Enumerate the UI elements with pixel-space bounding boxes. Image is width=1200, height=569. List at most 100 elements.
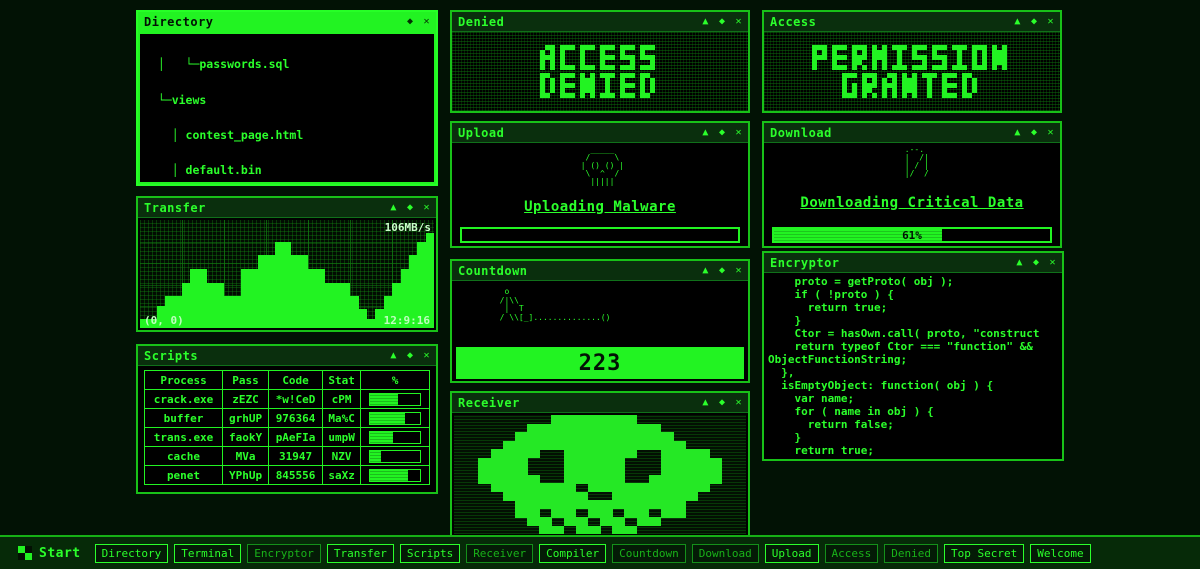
maximize-icon[interactable]: ◆ bbox=[407, 16, 414, 27]
close-icon[interactable]: ✕ bbox=[735, 16, 742, 27]
window-transfer[interactable]: Transfer ▲ ◆ ✕ 106MB/s (0, 0) 12:9:16 bbox=[136, 196, 438, 332]
window-controls: ▲ ◆ ✕ bbox=[1016, 257, 1056, 268]
start-logo-icon bbox=[18, 546, 32, 560]
titlebar-access[interactable]: Access ▲ ◆ ✕ bbox=[764, 12, 1060, 32]
titlebar-transfer[interactable]: Transfer ▲ ◆ ✕ bbox=[138, 198, 436, 218]
titlebar-countdown[interactable]: Countdown ▲ ◆ ✕ bbox=[452, 261, 748, 281]
close-icon[interactable]: ✕ bbox=[1047, 16, 1054, 27]
maximize-icon[interactable]: ◆ bbox=[1031, 16, 1038, 27]
skull-pixel bbox=[600, 483, 613, 493]
maximize-icon[interactable]: ◆ bbox=[1031, 127, 1038, 138]
window-receiver[interactable]: Receiver ▲ ◆ ✕ bbox=[450, 391, 750, 538]
download-body: .--. | /| | / | |/ / Downloading Critica… bbox=[764, 143, 1060, 246]
window-denied[interactable]: Denied ▲ ◆ ✕ bbox=[450, 10, 750, 113]
taskbar-item-denied[interactable]: Denied bbox=[884, 543, 938, 563]
scripts-body: Process Pass Code Stat% crack.exe zEZC *w!CeD… bbox=[138, 366, 436, 492]
skull-pixel bbox=[551, 525, 565, 534]
table-cell-pass: zEZC bbox=[222, 389, 270, 409]
maximize-icon[interactable]: ◆ bbox=[1033, 257, 1040, 268]
maximize-icon[interactable]: ◆ bbox=[719, 16, 726, 27]
chart-bar bbox=[316, 268, 325, 328]
taskbar-item-encryptor[interactable]: Encryptor bbox=[247, 543, 321, 563]
window-controls: ◆ ✕ bbox=[407, 16, 430, 27]
titlebar-upload[interactable]: Upload ▲ ◆ ✕ bbox=[452, 123, 748, 143]
table-cell-code: 845556 bbox=[268, 465, 324, 485]
taskbar-item-directory[interactable]: Directory bbox=[94, 543, 169, 563]
permission-granted-banner bbox=[764, 32, 1060, 111]
close-icon[interactable]: ✕ bbox=[423, 350, 430, 361]
minimize-icon[interactable]: ▲ bbox=[702, 127, 709, 138]
maximize-icon[interactable]: ◆ bbox=[407, 202, 414, 213]
chart-bar bbox=[333, 282, 342, 328]
skull-pixel bbox=[685, 491, 698, 501]
taskbar-item-top-secret[interactable]: Top Secret bbox=[944, 543, 1025, 563]
start-button[interactable]: Start bbox=[18, 546, 81, 561]
taskbar-item-countdown[interactable]: Countdown bbox=[612, 543, 686, 563]
taskbar-item-access[interactable]: Access bbox=[824, 543, 879, 563]
minimize-icon[interactable]: ▲ bbox=[390, 202, 397, 213]
window-countdown[interactable]: Countdown ▲ ◆ ✕ o /|\\ | T / \\[_]......… bbox=[450, 259, 750, 383]
table-row[interactable]: trans.exe faokY pAeFIa umpW bbox=[143, 427, 430, 447]
minimize-icon[interactable]: ▲ bbox=[702, 265, 709, 276]
maximize-icon[interactable]: ◆ bbox=[719, 265, 726, 276]
window-upload[interactable]: Upload ▲ ◆ ✕ _____ / \ | () () | \ ^ / |… bbox=[450, 121, 750, 248]
skull-icon: _____ / \ | () () | \ ^ / ||||| bbox=[580, 145, 625, 186]
table-row[interactable]: cache MVa 31947 NZV bbox=[143, 446, 430, 466]
minimize-icon[interactable]: ▲ bbox=[702, 16, 709, 27]
taskbar-item-upload[interactable]: Upload bbox=[764, 543, 819, 563]
table-row[interactable]: penet YPhUp 845556 saXz bbox=[143, 465, 430, 485]
list-item[interactable]: │ default.bin bbox=[144, 164, 430, 177]
table-cell-process: penet bbox=[143, 465, 224, 485]
transfer-chart: 106MB/s (0, 0) 12:9:16 bbox=[140, 220, 435, 328]
skull-pixel bbox=[527, 449, 540, 459]
progress-fill bbox=[370, 393, 398, 405]
skull-pixel bbox=[490, 483, 504, 493]
taskbar-item-download[interactable]: Download bbox=[691, 543, 759, 563]
list-item[interactable]: │ └─passwords.sql bbox=[144, 59, 430, 71]
maximize-icon[interactable]: ◆ bbox=[719, 397, 726, 408]
scripts-table: Process Pass Code Stat% crack.exe zEZC *w!CeD… bbox=[143, 370, 430, 485]
skull-pixel bbox=[636, 517, 650, 527]
window-scripts[interactable]: Scripts ▲ ◆ ✕ Process Pass Code Stat% crack… bbox=[136, 344, 438, 494]
titlebar-receiver[interactable]: Receiver ▲ ◆ ✕ bbox=[452, 393, 748, 413]
close-icon[interactable]: ✕ bbox=[1049, 257, 1056, 268]
skull-pixel bbox=[612, 525, 625, 534]
close-icon[interactable]: ✕ bbox=[1047, 127, 1054, 138]
maximize-icon[interactable]: ◆ bbox=[407, 350, 414, 361]
close-icon[interactable]: ✕ bbox=[423, 202, 430, 213]
minimize-icon[interactable]: ▲ bbox=[1016, 257, 1023, 268]
minimize-icon[interactable]: ▲ bbox=[702, 397, 709, 408]
chart-bar bbox=[232, 295, 241, 328]
close-icon[interactable]: ✕ bbox=[735, 397, 742, 408]
close-icon[interactable]: ✕ bbox=[423, 16, 430, 27]
table-row[interactable]: buffer grhUP 976364 Ma%C bbox=[143, 408, 430, 428]
titlebar-download[interactable]: Download ▲ ◆ ✕ bbox=[764, 123, 1060, 143]
close-icon[interactable]: ✕ bbox=[735, 265, 742, 276]
list-item[interactable]: └─views bbox=[144, 94, 430, 107]
titlebar-directory[interactable]: Directory ◆ ✕ bbox=[138, 12, 436, 32]
skull-pixel bbox=[551, 440, 565, 450]
taskbar-item-receiver[interactable]: Receiver bbox=[466, 543, 534, 563]
window-encryptor[interactable]: Encryptor ▲ ◆ ✕ proto = getProto( obj );… bbox=[762, 251, 1064, 461]
close-icon[interactable]: ✕ bbox=[735, 127, 742, 138]
titlebar-denied[interactable]: Denied ▲ ◆ ✕ bbox=[452, 12, 748, 32]
minimize-icon[interactable]: ▲ bbox=[1014, 127, 1021, 138]
taskbar-item-terminal[interactable]: Terminal bbox=[174, 543, 242, 563]
code-listing[interactable]: proto = getProto( obj ); if ( !proto ) {… bbox=[768, 275, 1060, 459]
taskbar-item-compiler[interactable]: Compiler bbox=[539, 543, 607, 563]
minimize-icon[interactable]: ▲ bbox=[390, 350, 397, 361]
taskbar-item-scripts[interactable]: Scripts bbox=[399, 543, 461, 563]
table-cell-pass: grhUP bbox=[222, 408, 270, 428]
titlebar-scripts[interactable]: Scripts ▲ ◆ ✕ bbox=[138, 346, 436, 366]
maximize-icon[interactable]: ◆ bbox=[719, 127, 726, 138]
minimize-icon[interactable]: ▲ bbox=[1014, 16, 1021, 27]
window-directory[interactable]: Directory ◆ ✕ │ └─passwords.sql └─views … bbox=[136, 10, 438, 186]
table-cell-pass: YPhUp bbox=[222, 465, 270, 485]
list-item[interactable]: │ contest_page.html bbox=[144, 129, 430, 142]
window-access[interactable]: Access ▲ ◆ ✕ bbox=[762, 10, 1062, 113]
taskbar-item-transfer[interactable]: Transfer bbox=[326, 543, 394, 563]
titlebar-encryptor[interactable]: Encryptor ▲ ◆ ✕ bbox=[764, 253, 1062, 273]
table-row[interactable]: crack.exe zEZC *w!CeD cPM bbox=[143, 389, 430, 409]
window-download[interactable]: Download ▲ ◆ ✕ .--. | /| | / | |/ / Down… bbox=[762, 121, 1062, 248]
taskbar-item-welcome[interactable]: Welcome bbox=[1030, 543, 1091, 563]
